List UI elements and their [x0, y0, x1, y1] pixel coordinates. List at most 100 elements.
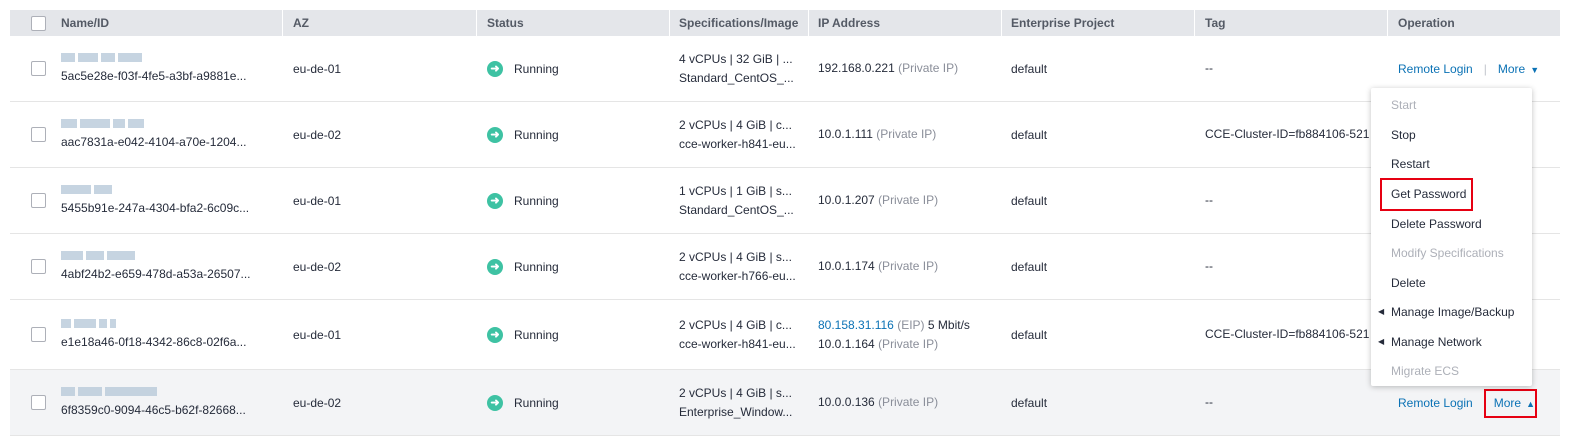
column-header-status: Status — [487, 16, 524, 30]
status-text: Running — [514, 395, 559, 410]
ip-type: (Private IP) — [878, 259, 939, 273]
ip-address: 10.0.1.207 — [818, 193, 875, 207]
menu-item-delete[interactable]: Delete — [1391, 274, 1426, 292]
row-checkbox[interactable] — [31, 127, 46, 142]
status-cell: ➜ Running — [487, 168, 559, 233]
header-divider — [1387, 10, 1388, 36]
ip-address: 192.168.0.221 — [818, 61, 895, 75]
spec-cell: 4 vCPUs | 32 GiB | ... Standard_CentOS_.… — [679, 36, 804, 101]
spec-cell: 2 vCPUs | 4 GiB | c... cce-worker-h841-e… — [679, 300, 804, 369]
remote-login-link[interactable]: Remote Login — [1398, 62, 1473, 76]
enterprise-project-cell: default — [1011, 259, 1048, 274]
row-checkbox-cell[interactable] — [31, 300, 46, 369]
name-id-cell: 5455b91e-247a-4304-bfa2-6c09c... — [61, 168, 281, 233]
tag-value: -- — [1205, 61, 1213, 75]
enterprise-project-cell: default — [1011, 327, 1048, 342]
spec-summary: 2 vCPUs | 4 GiB | s... — [679, 385, 792, 400]
image-name: cce-worker-h841-eu... — [679, 136, 796, 151]
status-cell: ➜ Running — [487, 102, 559, 167]
az-cell: eu-de-01 — [293, 327, 342, 342]
ip-cell: 80.158.31.116 (EIP) 5 Mbit/s 10.0.1.164 … — [818, 300, 1003, 369]
select-all-checkbox[interactable] — [31, 15, 46, 31]
instance-id[interactable]: 5455b91e-247a-4304-bfa2-6c09c... — [61, 199, 281, 218]
name-id-cell: aac7831a-e042-4104-a70e-1204... — [61, 102, 281, 167]
status-text: Running — [514, 61, 559, 76]
menu-item-migrate-ecs[interactable]: Migrate ECS — [1391, 362, 1459, 380]
table-row: 4abf24b2-e659-478d-a53a-26507... eu-de-0… — [10, 234, 1560, 300]
instance-id[interactable]: 5ac5e28e-f03f-4fe5-a3bf-a9881e... — [61, 67, 281, 86]
running-arrow-circle-icon: ➜ — [487, 192, 503, 209]
column-header-tag: Tag — [1205, 16, 1226, 30]
caret-left-icon: ◀ — [1378, 337, 1385, 346]
header-divider — [1194, 10, 1195, 36]
name-id-cell: 6f8359c0-9094-46c5-b62f-82668... — [61, 370, 281, 435]
status-text: Running — [514, 327, 559, 342]
instance-id[interactable]: e1e18a46-0f18-4342-86c8-02f6a... — [61, 333, 281, 352]
menu-item-delete-password[interactable]: Delete Password — [1391, 215, 1482, 233]
tag-value: -- — [1205, 259, 1213, 273]
row-checkbox-cell[interactable] — [31, 234, 46, 299]
row-checkbox[interactable] — [31, 395, 46, 410]
status-cell: ➜ Running — [487, 370, 559, 435]
row-checkbox[interactable] — [31, 327, 46, 342]
ip-address: 10.0.1.164 — [818, 336, 875, 351]
running-arrow-circle-icon: ➜ — [487, 258, 503, 275]
menu-item-manage-image-backup[interactable]: ◀ Manage Image/Backup — [1378, 303, 1514, 321]
spec-cell: 2 vCPUs | 4 GiB | s... Enterprise_Window… — [679, 370, 804, 435]
ip-line: 10.0.1.207 (Private IP) — [818, 191, 1003, 210]
bandwidth: 5 Mbit/s — [927, 317, 970, 332]
table-row: 5455b91e-247a-4304-bfa2-6c09c... eu-de-0… — [10, 168, 1560, 234]
name-id-cell: 4abf24b2-e659-478d-a53a-26507... — [61, 234, 281, 299]
tag-cell: -- — [1205, 36, 1370, 101]
ip-type: (Private IP) — [878, 336, 939, 351]
ip-type: (Private IP) — [898, 61, 959, 75]
row-checkbox[interactable] — [31, 259, 46, 274]
enterprise-project-cell: default — [1011, 193, 1048, 208]
ip-type: (Private IP) — [876, 127, 937, 141]
remote-login-link[interactable]: Remote Login — [1398, 396, 1473, 410]
table-row: 6f8359c0-9094-46c5-b62f-82668... eu-de-0… — [10, 370, 1560, 436]
image-name: Enterprise_Window... — [679, 404, 793, 419]
column-header-specifications: Specifications/Image — [679, 16, 799, 30]
tag-value: CCE-Cluster-ID=fb884106-521... — [1205, 327, 1370, 341]
table-row: aac7831a-e042-4104-a70e-1204... eu-de-02… — [10, 102, 1560, 168]
row-checkbox[interactable] — [31, 193, 46, 208]
ip-type: (Private IP) — [878, 193, 939, 207]
menu-item-start[interactable]: Start — [1391, 96, 1416, 114]
ip-cell: 10.0.1.207 (Private IP) — [818, 168, 1003, 233]
row-checkbox-cell[interactable] — [31, 102, 46, 167]
menu-item-modify-specifications[interactable]: Modify Specifications — [1391, 244, 1504, 262]
more-dropdown-button[interactable]: More ▼ — [1498, 62, 1539, 76]
instance-id[interactable]: aac7831a-e042-4104-a70e-1204... — [61, 133, 281, 152]
row-checkbox-cell[interactable] — [31, 370, 46, 435]
status-cell: ➜ Running — [487, 36, 559, 101]
instance-id[interactable]: 6f8359c0-9094-46c5-b62f-82668... — [61, 401, 281, 420]
row-checkbox-cell[interactable] — [31, 168, 46, 233]
more-label: More — [1497, 61, 1526, 76]
header-divider — [1001, 10, 1002, 36]
az-cell: eu-de-02 — [293, 127, 342, 142]
eip-address-link[interactable]: 80.158.31.116 — [818, 318, 894, 332]
status-cell: ➜ Running — [487, 300, 559, 369]
running-arrow-circle-icon: ➜ — [487, 126, 503, 143]
spec-summary: 4 vCPUs | 32 GiB | ... — [679, 51, 793, 66]
caret-left-icon: ◀ — [1378, 307, 1385, 316]
tag-value: -- — [1205, 193, 1213, 207]
row-checkbox-cell[interactable] — [31, 36, 46, 101]
tag-cell: -- — [1205, 370, 1370, 435]
running-arrow-circle-icon: ➜ — [487, 394, 503, 411]
image-name: Standard_CentOS_... — [679, 70, 794, 85]
ip-line: 192.168.0.221 (Private IP) — [818, 59, 1003, 78]
instance-id[interactable]: 4abf24b2-e659-478d-a53a-26507... — [61, 265, 281, 284]
menu-item-restart[interactable]: Restart — [1391, 155, 1430, 173]
menu-item-stop[interactable]: Stop — [1391, 126, 1416, 144]
ecs-table: Name/ID AZ Status Specifications/Image I… — [10, 10, 1560, 436]
enterprise-project-cell: default — [1011, 127, 1048, 142]
menu-item-manage-network[interactable]: ◀ Manage Network — [1378, 333, 1482, 351]
ip-type: (Private IP) — [878, 395, 939, 409]
row-checkbox[interactable] — [31, 61, 46, 76]
blurred-name-image — [61, 51, 281, 63]
ip-cell: 192.168.0.221 (Private IP) — [818, 36, 1003, 101]
column-header-operation: Operation — [1398, 16, 1455, 30]
select-all-checkbox-cell[interactable] — [31, 10, 46, 36]
